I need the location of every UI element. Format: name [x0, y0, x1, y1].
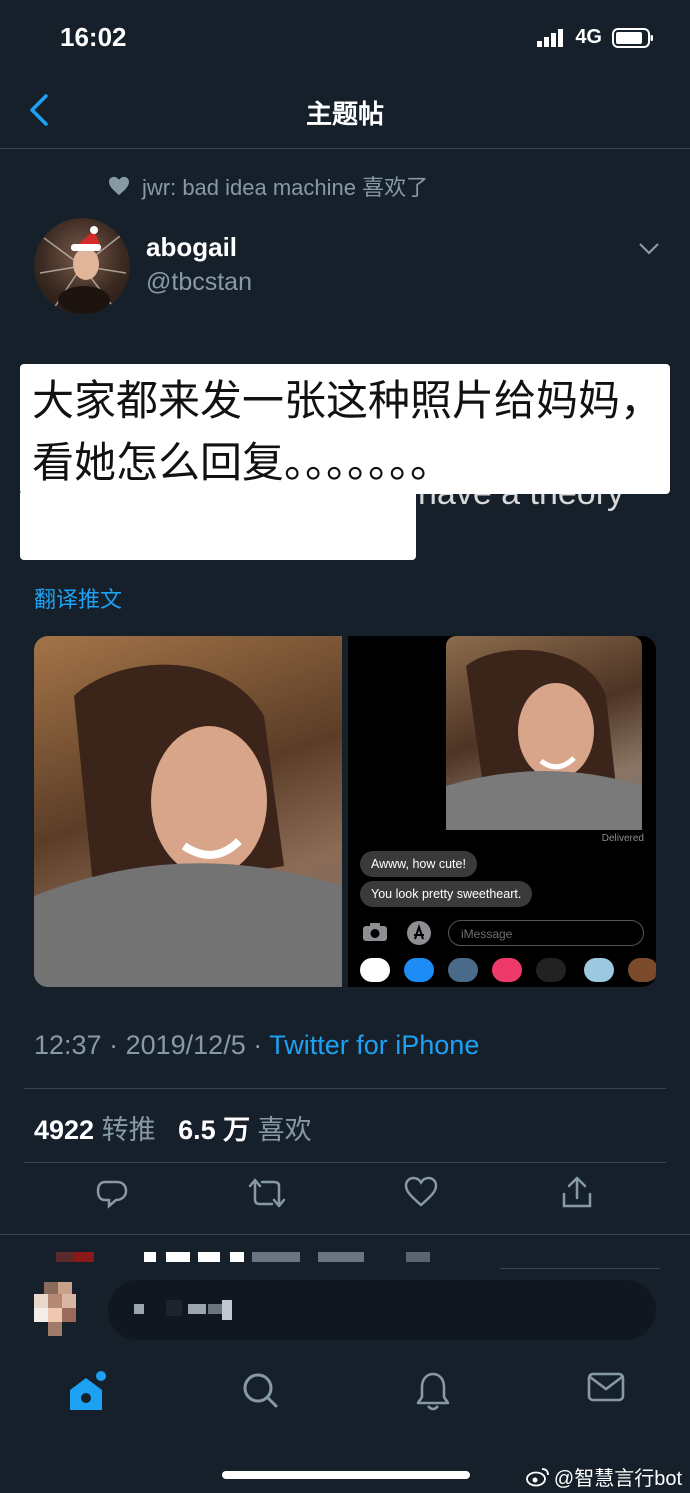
app-store-icon	[407, 921, 431, 945]
message-bubble: Awww, how cute!	[360, 851, 477, 877]
appstore-app-icon	[404, 958, 434, 982]
redacted-block	[188, 1304, 206, 1314]
divider	[0, 1234, 690, 1235]
notifications-icon[interactable]	[416, 1370, 450, 1412]
messages-icon[interactable]	[587, 1370, 625, 1404]
share-icon[interactable]	[561, 1176, 593, 1210]
caption-overlay-text: 大家都来发一张这种照片给妈妈，看她怎么回复。。。。。。。	[32, 376, 663, 487]
imessage-input: iMessage	[448, 920, 644, 946]
meta-separator: ·	[109, 1030, 126, 1060]
redacted-block	[230, 1252, 244, 1262]
social-context-text: jwr: bad idea machine 喜欢了	[142, 175, 429, 200]
chevron-down-icon	[639, 243, 659, 255]
sent-photo-illustration	[446, 649, 642, 830]
divider	[24, 1088, 666, 1089]
memoji-app-icon	[448, 958, 478, 982]
like-icon[interactable]	[404, 1176, 438, 1208]
like-label: 喜欢	[257, 1115, 312, 1145]
retweet-label: 转推	[101, 1115, 156, 1145]
reply-avatar	[34, 1278, 90, 1340]
divider	[24, 1162, 666, 1163]
battery-icon	[612, 27, 653, 48]
status-indicators: 4G	[537, 26, 654, 49]
author-handle[interactable]: @tbcstan	[146, 268, 252, 297]
weibo-logo-icon	[525, 1467, 549, 1486]
status-time: 16:02	[60, 22, 127, 52]
tweet-actions	[0, 1176, 690, 1222]
pixelated-avatar	[34, 1278, 90, 1340]
like-count[interactable]: 6.5 万	[178, 1115, 250, 1145]
tweet-photo-selfie[interactable]	[34, 636, 342, 987]
retweet-icon[interactable]	[248, 1176, 286, 1210]
signal-icon	[537, 28, 564, 47]
redacted-block	[144, 1252, 156, 1262]
camera-icon	[363, 923, 387, 941]
heart-app-icon	[536, 958, 566, 982]
selfie-illustration	[34, 664, 342, 987]
retweet-count[interactable]: 4922	[34, 1115, 94, 1145]
redacted-block	[134, 1304, 144, 1314]
redacted-block	[222, 1300, 232, 1320]
redacted-reply-header	[0, 1252, 690, 1272]
home-indicator	[222, 1471, 470, 1479]
translate-tweet-link[interactable]: 翻译推文	[34, 582, 122, 614]
watermark: @智慧言行bot	[525, 1462, 682, 1491]
avatar-portrait	[39, 226, 127, 314]
redacted-block	[198, 1252, 220, 1262]
page-title: 主题帖	[305, 99, 384, 129]
author-avatar[interactable]	[34, 218, 130, 314]
heart-filled-icon	[109, 176, 129, 196]
redacted-block	[252, 1252, 300, 1262]
redacted-block	[318, 1252, 364, 1262]
tweet-date: 2019/12/5	[125, 1030, 246, 1060]
meta-separator: ·	[253, 1030, 270, 1060]
reply-input[interactable]	[108, 1280, 656, 1340]
caption-overlay-tail	[20, 490, 416, 560]
tweet-photo-imessage-screenshot[interactable]: Delivered Awww, how cute! You look prett…	[348, 636, 656, 987]
social-context: jwr: bad idea machine 喜欢了	[108, 170, 428, 202]
redacted-line	[500, 1268, 660, 1269]
author-name[interactable]: abogail	[146, 232, 237, 263]
network-type: 4G	[575, 26, 602, 48]
tweet-source-link[interactable]: Twitter for iPhone	[269, 1030, 479, 1060]
home-icon[interactable]	[68, 1370, 108, 1414]
redacted-block	[74, 1252, 94, 1262]
tweet-stats: 4922 转推 6.5 万 喜欢	[34, 1108, 312, 1147]
redacted-block	[166, 1252, 190, 1262]
game-app-icon	[584, 958, 614, 982]
tweet-time: 12:37	[34, 1030, 102, 1060]
redacted-block	[166, 1300, 182, 1316]
redacted-block	[56, 1252, 74, 1262]
reply-icon[interactable]	[95, 1176, 129, 1210]
sent-photo	[446, 636, 642, 830]
watermark-text: @智慧言行bot	[553, 1468, 682, 1490]
bible-app-icon	[628, 958, 656, 982]
tweet-meta: 12:37 · 2019/12/5 · Twitter for iPhone	[34, 1030, 479, 1061]
search-icon[interactable]	[242, 1370, 278, 1410]
photos-app-icon	[360, 958, 390, 982]
search-app-icon	[492, 958, 522, 982]
redacted-block	[406, 1252, 430, 1262]
message-bubble: You look pretty sweetheart.	[360, 881, 533, 907]
tab-bar	[0, 1352, 690, 1442]
delivered-label: Delivered	[601, 833, 644, 844]
tweet-options-button[interactable]	[638, 242, 660, 261]
